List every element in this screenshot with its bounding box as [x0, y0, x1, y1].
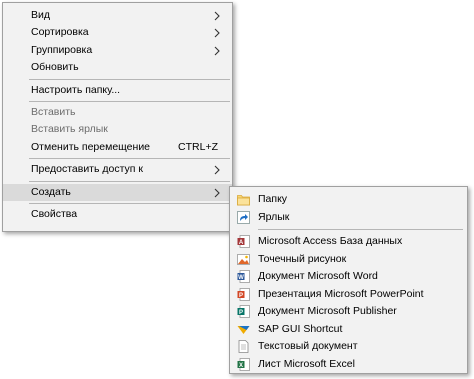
svg-text:P: P — [239, 292, 243, 298]
menu-item-sort[interactable]: Сортировка — [3, 24, 232, 41]
menu-item-label: Вид — [31, 9, 50, 21]
menu-item-label: Настроить папку... — [31, 83, 121, 96]
folder-icon — [237, 193, 250, 206]
submenu-item-access[interactable]: A Microsoft Access База данных — [230, 233, 467, 251]
menu-separator — [29, 158, 230, 160]
publisher-icon: P — [237, 305, 250, 318]
menu-item-label: Свойства — [31, 207, 78, 220]
menu-item-label: Отменить перемещение — [31, 140, 151, 153]
svg-text:P: P — [239, 310, 243, 316]
menu-separator — [258, 229, 463, 230]
submenu-item-label: Ярлык — [258, 210, 290, 223]
text-document-icon — [237, 340, 250, 353]
submenu-item-shortcut[interactable]: Ярлык — [230, 209, 467, 227]
menu-separator — [29, 100, 230, 102]
chevron-right-icon — [212, 161, 222, 178]
submenu-item-text-document[interactable]: Текстовый документ — [230, 338, 467, 356]
menu-item-shortcut: CTRL+Z — [178, 140, 218, 153]
menu-item-label: Предоставить доступ к — [31, 163, 143, 176]
submenu-item-label: Документ Microsoft Word — [258, 270, 378, 282]
menu-item-label: Создать — [31, 185, 71, 198]
submenu-item-label: Microsoft Access База данных — [258, 235, 403, 247]
menu-item-label: Вставить — [31, 105, 76, 118]
submenu-item-label: Лист Microsoft Excel — [258, 357, 355, 370]
menu-item-label: Группировка — [31, 43, 93, 56]
menu-item-label: Обновить — [31, 61, 79, 74]
submenu-item-label: Документ Microsoft Publisher — [258, 305, 397, 317]
menu-separator — [29, 202, 230, 204]
shortcut-icon — [237, 210, 250, 224]
menu-item-paste-shortcut: Вставить ярлык — [3, 121, 232, 138]
menu-item-properties[interactable]: Свойства — [3, 206, 232, 223]
menu-item-new[interactable]: Создать — [3, 183, 232, 201]
menu-item-group[interactable]: Группировка — [3, 42, 232, 59]
svg-text:X: X — [239, 362, 243, 368]
menu-item-undo-move[interactable]: Отменить перемещение CTRL+Z — [3, 139, 232, 156]
submenu-item-label: Текстовый документ — [258, 340, 358, 352]
submenu-item-bitmap[interactable]: Точечный рисунок — [230, 251, 467, 269]
submenu-item-folder[interactable]: Папку — [230, 191, 467, 209]
submenu-item-sap-gui[interactable]: SAP GUI Shortcut — [230, 321, 467, 339]
submenu-item-powerpoint[interactable]: P Презентация Microsoft PowerPoint — [230, 286, 467, 304]
chevron-right-icon — [212, 24, 222, 41]
menu-item-paste: Вставить — [3, 104, 232, 121]
new-submenu: Папку Ярлык A Microsoft Access База данн… — [229, 186, 468, 374]
access-icon: A — [237, 235, 250, 248]
menu-separator — [29, 78, 230, 80]
submenu-item-label: Папку — [258, 193, 288, 205]
excel-icon: X — [237, 357, 250, 371]
menu-item-label: Сортировка — [31, 26, 89, 39]
submenu-item-excel[interactable]: X Лист Microsoft Excel — [230, 356, 467, 374]
menu-item-label: Вставить ярлык — [31, 123, 108, 136]
submenu-item-label: Презентация Microsoft PowerPoint — [258, 287, 424, 300]
menu-item-refresh[interactable]: Обновить — [3, 59, 232, 76]
submenu-item-publisher[interactable]: P Документ Microsoft Publisher — [230, 303, 467, 321]
svg-text:A: A — [239, 240, 244, 246]
submenu-item-word[interactable]: W Документ Microsoft Word — [230, 268, 467, 286]
bitmap-icon — [237, 253, 250, 266]
chevron-right-icon — [212, 42, 222, 59]
chevron-right-icon — [212, 184, 222, 201]
sap-icon — [237, 323, 250, 336]
powerpoint-icon: P — [237, 287, 250, 301]
menu-item-view[interactable]: Вид — [3, 7, 232, 24]
context-menu: Вид Сортировка Группировка Обновить Наст… — [2, 2, 233, 232]
submenu-item-label: Точечный рисунок — [258, 252, 347, 265]
menu-item-give-access[interactable]: Предоставить доступ к — [3, 161, 232, 178]
menu-separator — [29, 180, 230, 182]
chevron-right-icon — [212, 7, 222, 24]
svg-text:W: W — [238, 275, 244, 281]
word-icon: W — [237, 270, 250, 283]
menu-item-customize-folder[interactable]: Настроить папку... — [3, 82, 232, 99]
submenu-item-label: SAP GUI Shortcut — [258, 322, 343, 335]
